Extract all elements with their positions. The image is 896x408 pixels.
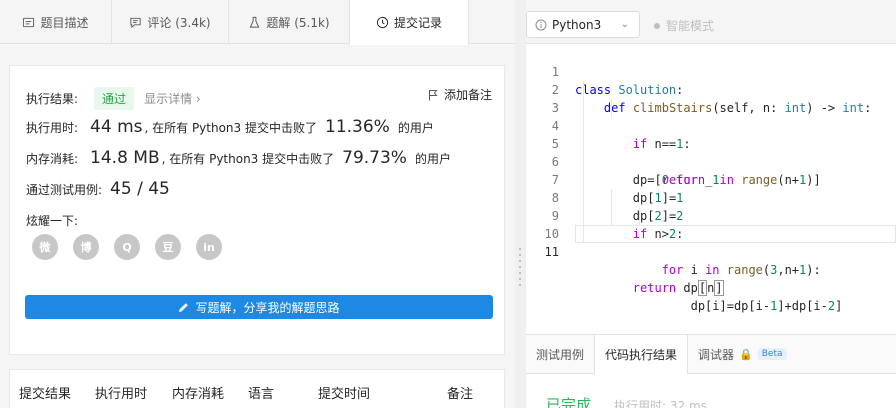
flag-icon [428, 89, 438, 100]
run-result-panel: 已完成 执行用时: 32 ms [526, 374, 896, 408]
code-line: 3 if n==1: [526, 81, 896, 151]
tab-testcases-label: 测试用例 [536, 347, 585, 362]
share-label: 炫耀一下: [26, 214, 79, 228]
info-icon [535, 19, 547, 30]
tab-debugger[interactable]: 调试器 🔒 Beta [688, 335, 796, 373]
runtime-percent: 11.36% [325, 117, 390, 137]
description-icon [23, 17, 35, 27]
smart-mode-dot-icon [654, 22, 660, 29]
memory-percent: 79.73% [342, 148, 407, 168]
tab-debugger-label: 调试器 [698, 347, 735, 362]
status-badge: 通过 [94, 87, 135, 110]
col-language: 语言 [248, 387, 275, 402]
tab-run-result-label: 代码执行结果 [605, 348, 678, 362]
pane-resize-handle[interactable] [515, 0, 526, 408]
runtime-text: , 在所有 Python3 提交中击败了 [144, 121, 318, 135]
code-line-current: 11 return dp[n] [545, 225, 896, 296]
chevron-down-icon: ⌄ [620, 19, 629, 30]
submission-result-card: 执行结果: 通过 显示详情 › 添加备注 执行用时: 44 ms , 在所有 P… [9, 65, 505, 355]
add-note-label: 添加备注 [443, 88, 492, 102]
show-details-link[interactable]: 显示详情 › [144, 90, 201, 107]
tab-submissions[interactable]: 提交记录 [350, 0, 469, 45]
memory-value: 14.8 MB [90, 148, 160, 168]
col-notes: 备注 [447, 387, 474, 402]
beta-badge: Beta [757, 348, 787, 360]
code-line: 4 return 1 [526, 99, 896, 187]
testcases-row: 通过测试用例: 45 / 45 [26, 179, 172, 199]
code-line: 9 for i in range(3,n+1): [526, 189, 896, 277]
console-tab-bar: 测试用例 代码执行结果 调试器 🔒 Beta [526, 334, 896, 374]
douban-icon[interactable]: 豆 [155, 234, 181, 260]
editor-toolbar: Python3 ⌄ 智能模式 [526, 0, 896, 44]
code-line: 1 class Solution: [526, 45, 896, 97]
qq-icon[interactable]: Q [114, 234, 140, 260]
share-row: 炫耀一下: [26, 212, 78, 229]
pencil-icon [179, 302, 189, 312]
run-time: 执行用时: 32 ms [614, 399, 707, 408]
code-line: 7 dp[2]=2 [526, 153, 896, 223]
code-text: return dp[n] [632, 280, 724, 296]
code-line: 5 dp=[0 for _ in range(n+1)] [526, 117, 896, 187]
memory-text: , 在所有 Python3 提交中击败了 [161, 152, 335, 166]
weibo-icon[interactable]: 博 [73, 234, 99, 260]
clock-icon [376, 16, 389, 28]
tab-testcases[interactable]: 测试用例 [526, 335, 594, 373]
status-label: 执行结果: [26, 92, 79, 106]
write-solution-label: 写题解，分享我的解题思路 [195, 300, 340, 315]
language-select[interactable]: Python3 ⌄ [526, 11, 640, 38]
code-editor[interactable]: 1 class Solution: 2 def climbStairs(self… [526, 44, 896, 334]
runtime-suffix: 的用户 [397, 121, 434, 135]
memory-label: 内存消耗: [26, 152, 79, 166]
testcases-label: 通过测试用例: [26, 183, 103, 197]
col-runtime: 执行用时 [95, 387, 148, 402]
smart-mode-toggle[interactable]: 智能模式 [654, 17, 714, 34]
tab-comments-label: 评论 (3.4k) [147, 15, 211, 30]
code-line: 2 def climbStairs(self, n: int) -> int: [526, 63, 896, 115]
tab-description-label: 题目描述 [40, 15, 89, 30]
tab-run-result[interactable]: 代码执行结果 [594, 335, 689, 374]
comment-icon [130, 17, 141, 28]
language-select-value: Python3 [552, 17, 602, 32]
col-memory: 内存消耗 [172, 387, 225, 402]
write-solution-button[interactable]: 写题解，分享我的解题思路 [25, 295, 493, 319]
line-number: 10 [544, 227, 559, 241]
code-line: 6 dp[1]=1 [526, 135, 896, 205]
tab-comments[interactable]: 评论 (3.4k) [112, 0, 229, 44]
smart-mode-label: 智能模式 [666, 19, 715, 33]
status-row: 执行结果: 通过 显示详情 › [26, 87, 201, 110]
runtime-label: 执行用时: [26, 121, 79, 135]
memory-row: 内存消耗: 14.8 MB , 在所有 Python3 提交中击败了 79.73… [26, 148, 451, 168]
code-line: 8 if n>2: [526, 171, 896, 241]
run-status: 已完成 [546, 396, 592, 408]
col-submit-time: 提交时间 [318, 387, 371, 402]
line-number: 11 [544, 245, 559, 259]
flask-icon [249, 16, 260, 28]
col-result: 提交结果 [19, 387, 72, 402]
left-tab-bar: 题目描述 评论 (3.4k) 题解 (5.1k) 提交记录 [0, 0, 515, 45]
testcases-value: 45 / 45 [110, 179, 170, 199]
runtime-value: 44 ms [90, 117, 143, 137]
tab-solutions-label: 题解 (5.1k) [266, 15, 330, 30]
wechat-icon[interactable]: 微 [32, 234, 58, 260]
drag-dots-icon [519, 248, 522, 290]
lock-icon: 🔒 [739, 347, 753, 361]
tab-solutions[interactable]: 题解 (5.1k) [229, 0, 350, 44]
add-note-button[interactable]: 添加备注 [428, 86, 492, 103]
runtime-row: 执行用时: 44 ms , 在所有 Python3 提交中击败了 11.36% … [26, 117, 434, 137]
submissions-table-header: 提交结果 执行用时 内存消耗 语言 提交时间 备注 [9, 369, 505, 408]
code-line: 10 dp[i]=dp[i-1]+dp[i-2] [526, 207, 896, 313]
left-pane: 题目描述 评论 (3.4k) 题解 (5.1k) 提交记录 执行结果: 通过 显… [0, 0, 515, 408]
share-icons: 微 博 Q 豆 in [32, 234, 222, 260]
tab-description[interactable]: 题目描述 [0, 0, 112, 44]
right-pane: Python3 ⌄ 智能模式 1 class Solution: 2 def c… [526, 0, 896, 408]
linkedin-icon[interactable]: in [196, 234, 222, 260]
tab-submissions-label: 提交记录 [393, 15, 442, 30]
memory-suffix: 的用户 [414, 152, 451, 166]
